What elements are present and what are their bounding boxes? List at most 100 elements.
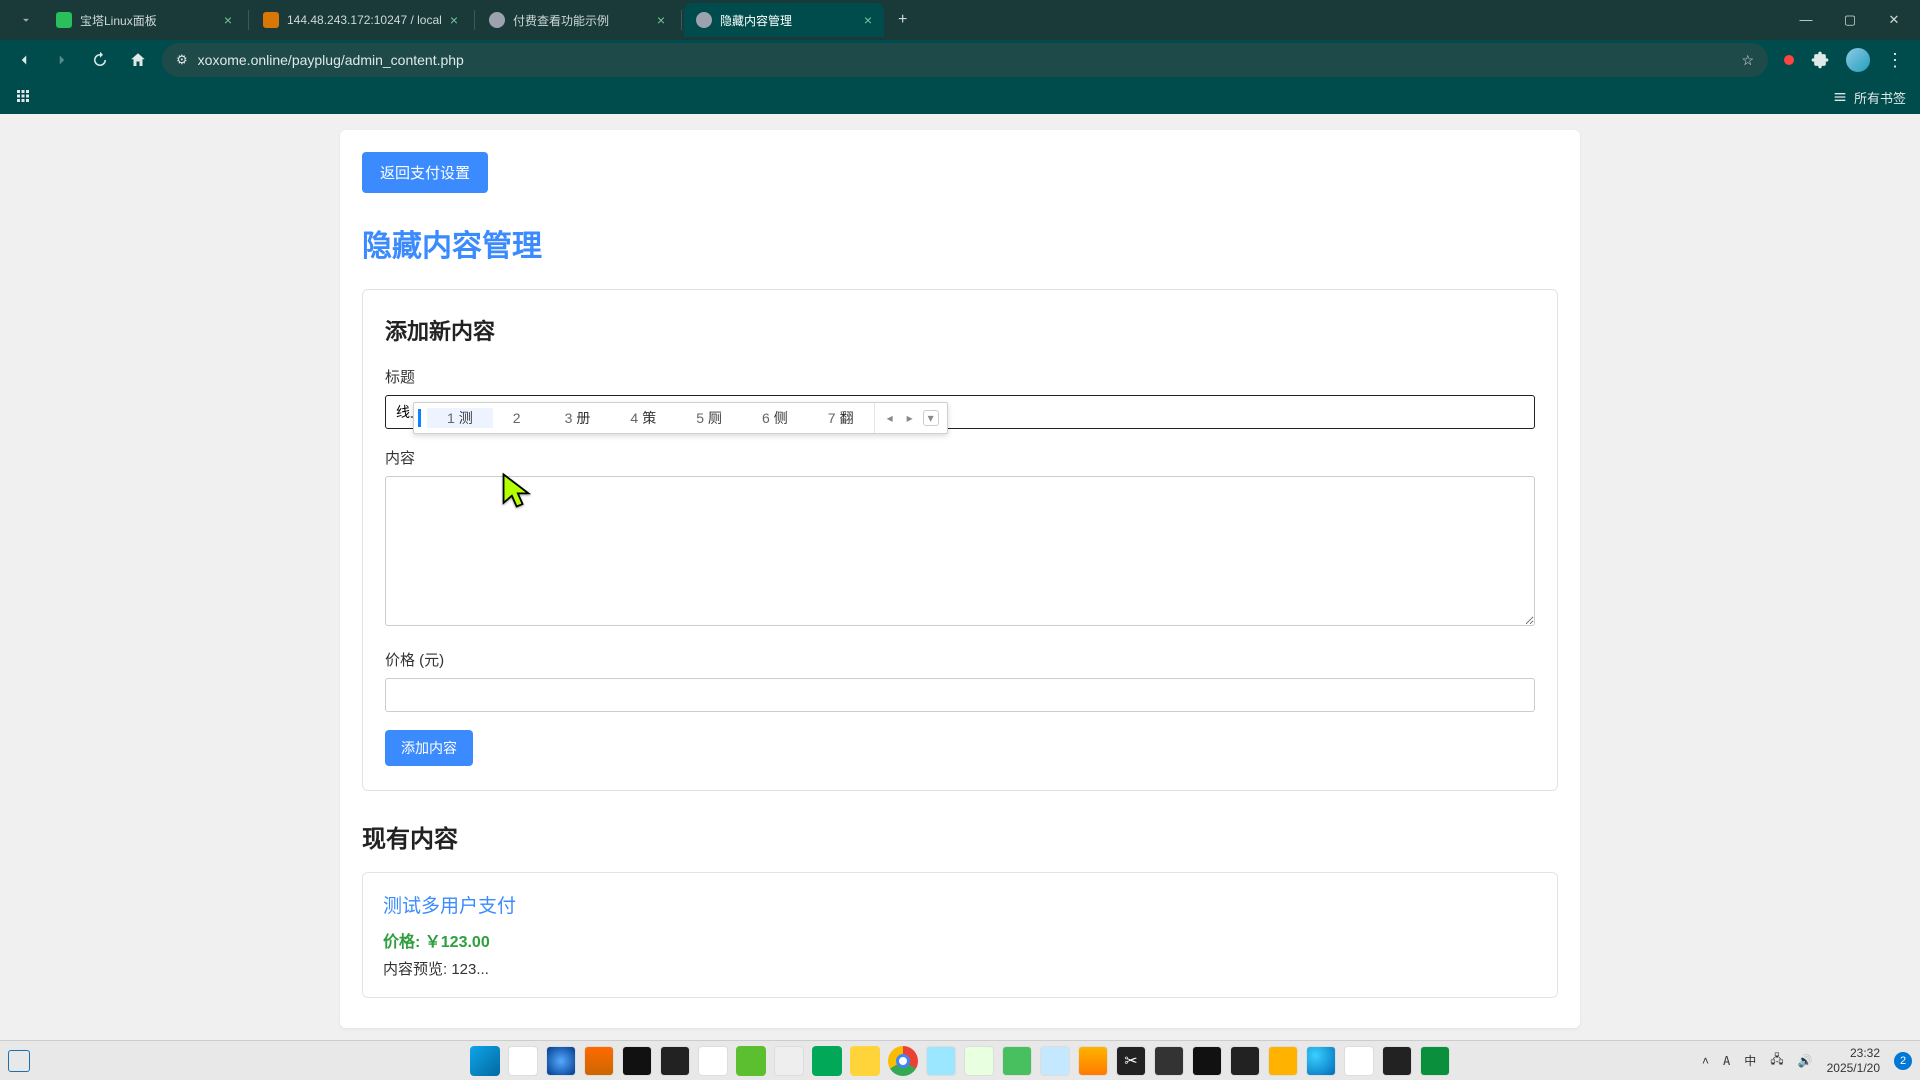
bookmarks-bar: 所有书签 [0,80,1920,114]
submit-add-content-button[interactable]: 添加内容 [385,730,473,766]
taskbar-app-icon[interactable]: ✂ [1116,1046,1146,1076]
tab-separator [681,10,682,30]
taskbar-app-icon[interactable] [812,1046,842,1076]
price-input[interactable] [385,678,1535,712]
profile-avatar[interactable] [1846,48,1870,72]
item-title: 测试多用户支付 [383,891,1537,918]
ime-candidate[interactable]: 4策 [610,408,676,428]
site-settings-icon[interactable]: ⚙ [176,52,188,68]
taskbar-app-icon[interactable] [1192,1046,1222,1076]
tray-notifications-badge[interactable]: 2 [1894,1052,1912,1070]
admin-panel: 返回支付设置 隐藏内容管理 添加新内容 标题 1测 2 3册 4策 5厕 6侧 … [340,130,1580,1028]
nav-reload-button[interactable] [86,46,114,74]
tray-network-icon[interactable]: 🖧 [1770,1050,1783,1071]
nav-home-button[interactable] [124,46,152,74]
back-to-settings-button[interactable]: 返回支付设置 [362,152,488,193]
title-label: 标题 [385,366,1535,387]
taskbar-app-icon[interactable] [1268,1046,1298,1076]
tray-date: 2025/1/20 [1827,1061,1880,1075]
taskbar-app-icon[interactable] [1154,1046,1184,1076]
all-bookmarks-label: 所有书签 [1854,88,1906,107]
toolbar-right: ⋮ [1778,48,1910,72]
window-maximize-button[interactable]: ▢ [1840,12,1860,28]
taskbar-app-icon[interactable] [584,1046,614,1076]
nav-back-button[interactable] [10,46,38,74]
browser-tab[interactable]: 宝塔Linux面板 × [44,3,244,37]
taskbar-app-icon[interactable] [1420,1046,1450,1076]
taskbar-app-icon[interactable] [660,1046,690,1076]
all-bookmarks-button[interactable]: 所有书签 [1832,88,1906,107]
apps-grid-icon[interactable] [14,87,32,108]
extensions-icon[interactable] [1810,50,1830,70]
terminal-icon[interactable] [1382,1046,1412,1076]
taskbar-app-icon[interactable] [1040,1046,1070,1076]
recording-indicator-icon[interactable] [1784,55,1794,65]
ime-candidate-bar[interactable]: 1测 2 3册 4策 5厕 6侧 7翻 ◂ ▸ ▾ [413,402,948,434]
edge-icon[interactable] [1306,1046,1336,1076]
taskbar-app-icon[interactable] [698,1046,728,1076]
taskbar-app-icon[interactable] [1002,1046,1032,1076]
ime-candidate[interactable]: 6侧 [742,408,808,428]
tray-time: 23:32 [1827,1046,1880,1060]
taskbar-app-icon[interactable] [964,1046,994,1076]
chrome-icon[interactable] [888,1046,918,1076]
taskbar-app-icon[interactable] [926,1046,956,1076]
tray-volume-icon[interactable]: 🔊 [1798,1054,1813,1068]
tab-title: 宝塔Linux面板 [80,12,216,29]
tab-close-icon[interactable]: × [224,12,232,28]
tab-search-button[interactable] [8,13,44,27]
widgets-button[interactable] [8,1050,30,1072]
tray-overflow-icon[interactable]: ˄ [1702,1054,1709,1068]
bookmark-star-icon[interactable]: ☆ [1741,52,1754,69]
existing-heading: 现有内容 [362,819,1558,854]
tray-clock[interactable]: 23:32 2025/1/20 [1827,1046,1880,1075]
window-close-button[interactable]: ✕ [1884,12,1904,28]
start-button[interactable] [470,1046,500,1076]
tray-input-indicator[interactable]: A [1723,1054,1730,1068]
taskbar-app-icon[interactable] [546,1046,576,1076]
chrome-menu-icon[interactable]: ⋮ [1886,50,1904,71]
browser-tab[interactable]: 144.48.243.172:10247 / local × [251,3,470,37]
page-viewport[interactable]: 返回支付设置 隐藏内容管理 添加新内容 标题 1测 2 3册 4策 5厕 6侧 … [0,114,1920,1040]
add-content-card: 添加新内容 标题 1测 2 3册 4策 5厕 6侧 7翻 ◂ ▸ [362,289,1558,791]
add-content-heading: 添加新内容 [385,314,1535,346]
browser-toolbar: ⚙ xoxome.online/payplug/admin_content.ph… [0,40,1920,80]
existing-item-card: 测试多用户支付 价格: ￥123.00 内容预览: 123... [362,872,1558,998]
browser-tab[interactable]: 付费查看功能示例 × [477,3,677,37]
page-title: 隐藏内容管理 [362,221,1558,265]
ime-candidate[interactable]: 5厕 [676,408,742,428]
price-label: 价格 (元) [385,649,1535,670]
taskbar-app-icon[interactable] [774,1046,804,1076]
price-field-row: 价格 (元) [385,649,1535,712]
taskbar-app-icon[interactable] [736,1046,766,1076]
ime-prev-icon[interactable]: ◂ [883,411,897,425]
taskbar-app-icon[interactable] [1078,1046,1108,1076]
taskbar-app-icon[interactable] [1344,1046,1374,1076]
item-preview: 内容预览: 123... [383,958,1537,979]
window-minimize-button[interactable]: — [1796,12,1816,28]
file-explorer-icon[interactable] [850,1046,880,1076]
tab-title: 隐藏内容管理 [720,12,856,29]
tab-title: 付费查看功能示例 [513,12,649,29]
tray-ime-lang[interactable]: 中 [1744,1052,1756,1069]
item-price: 价格: ￥123.00 [383,928,1537,952]
tab-close-icon[interactable]: × [864,12,872,28]
ime-candidate[interactable]: 3册 [545,408,611,428]
ime-next-icon[interactable]: ▸ [903,411,917,425]
ime-cursor-marker [418,409,421,427]
ime-settings-icon[interactable]: ▾ [923,410,939,426]
ime-candidate[interactable]: 1测 [427,408,493,428]
tab-favicon-icon [263,12,279,28]
content-textarea[interactable] [385,476,1535,626]
new-tab-button[interactable]: + [886,11,919,29]
ime-candidate[interactable]: 2 [493,410,545,426]
nav-forward-button[interactable] [48,46,76,74]
ime-candidate[interactable]: 7翻 [808,408,874,428]
browser-tab-active[interactable]: 隐藏内容管理 × [684,3,884,37]
taskbar-app-icon[interactable] [1230,1046,1260,1076]
taskbar-app-icon[interactable] [508,1046,538,1076]
tab-close-icon[interactable]: × [450,12,458,28]
address-bar[interactable]: ⚙ xoxome.online/payplug/admin_content.ph… [162,43,1768,77]
tab-close-icon[interactable]: × [657,12,665,28]
taskbar-app-icon[interactable] [622,1046,652,1076]
